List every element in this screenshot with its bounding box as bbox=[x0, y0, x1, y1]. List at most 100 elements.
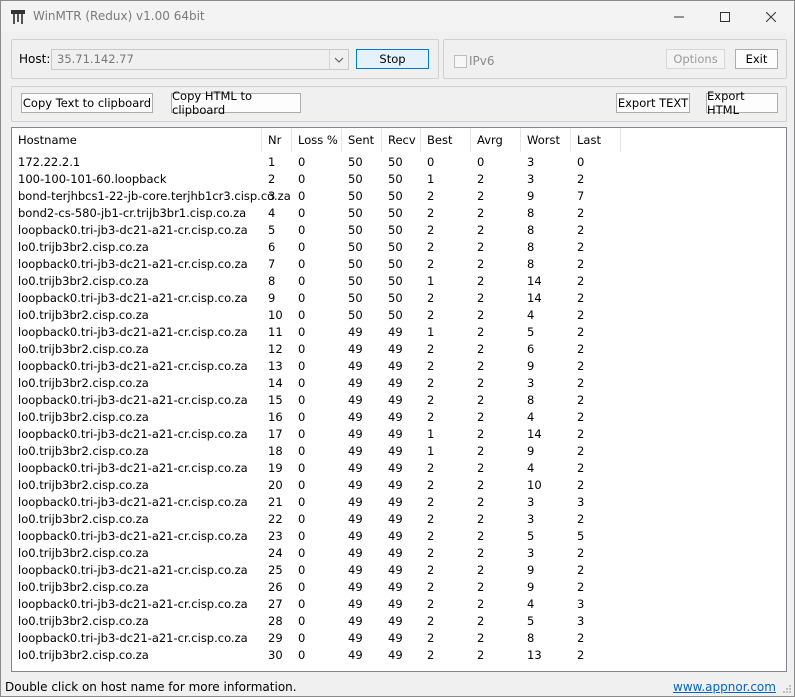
column-header-best[interactable]: Best bbox=[421, 128, 471, 152]
cell-hostname[interactable]: bond2-cs-580-jb1-cr.trijb3br1.cisp.co.za bbox=[18, 206, 246, 220]
exit-button[interactable]: Exit bbox=[735, 49, 778, 69]
cell-hostname[interactable]: lo0.trijb3br2.cisp.co.za bbox=[18, 444, 149, 458]
cell-hostname[interactable]: 100-100-101-60.loopback bbox=[18, 172, 166, 186]
table-row[interactable]: loopback0.tri-jb3-dc21-a21-cr.cisp.co.za… bbox=[12, 459, 786, 476]
cell-hostname[interactable]: lo0.trijb3br2.cisp.co.za bbox=[18, 342, 149, 356]
table-row[interactable]: 100-100-101-60.loopback 2 0 50 50 1 2 3 2 bbox=[12, 170, 786, 187]
table-row[interactable]: lo0.trijb3br2.cisp.co.za 26 0 49 49 2 2 9 2 bbox=[12, 578, 786, 595]
cell-hostname[interactable]: loopback0.tri-jb3-dc21-a21-cr.cisp.co.za bbox=[18, 495, 248, 509]
column-header-hostname[interactable]: Hostname bbox=[12, 128, 262, 152]
table-row[interactable]: lo0.trijb3br2.cisp.co.za 28 0 49 49 2 2 5 3 bbox=[12, 612, 786, 629]
column-header-avrg[interactable]: Avrg bbox=[471, 128, 521, 152]
cell-hostname[interactable]: lo0.trijb3br2.cisp.co.za bbox=[18, 274, 149, 288]
maximize-button[interactable] bbox=[702, 1, 748, 32]
cell-hostname[interactable]: lo0.trijb3br2.cisp.co.za bbox=[18, 376, 149, 390]
cell-hostname[interactable]: loopback0.tri-jb3-dc21-a21-cr.cisp.co.za bbox=[18, 529, 248, 543]
table-row[interactable]: 172.22.2.1 1 0 50 50 0 0 3 0 bbox=[12, 153, 786, 170]
cell-hostname[interactable]: loopback0.tri-jb3-dc21-a21-cr.cisp.co.za bbox=[18, 597, 248, 611]
host-dropdown-button[interactable] bbox=[329, 50, 348, 69]
host-combobox[interactable]: 35.71.142.77 bbox=[51, 49, 349, 70]
cell-recv: 49 bbox=[388, 563, 403, 577]
close-button[interactable] bbox=[748, 1, 794, 32]
cell-hostname[interactable]: loopback0.tri-jb3-dc21-a21-cr.cisp.co.za bbox=[18, 291, 248, 305]
cell-hostname[interactable]: lo0.trijb3br2.cisp.co.za bbox=[18, 648, 149, 662]
copy-html-button[interactable]: Copy HTML to clipboard bbox=[171, 89, 301, 117]
table-row[interactable]: lo0.trijb3br2.cisp.co.za 12 0 49 49 2 2 6 2 bbox=[12, 340, 786, 357]
copy-text-button[interactable]: Copy Text to clipboard bbox=[21, 93, 153, 113]
resize-grip-icon[interactable] bbox=[782, 684, 792, 694]
column-header-loss[interactable]: Loss % bbox=[292, 128, 342, 152]
cell-hostname[interactable]: lo0.trijb3br2.cisp.co.za bbox=[18, 546, 149, 560]
table-row[interactable]: lo0.trijb3br2.cisp.co.za 6 0 50 50 2 2 8 2 bbox=[12, 238, 786, 255]
cell-loss: 0 bbox=[298, 172, 306, 186]
cell-hostname[interactable]: lo0.trijb3br2.cisp.co.za bbox=[18, 478, 149, 492]
table-row[interactable]: loopback0.tri-jb3-dc21-a21-cr.cisp.co.za… bbox=[12, 629, 786, 646]
minimize-button[interactable] bbox=[656, 1, 702, 32]
cell-avrg: 2 bbox=[477, 410, 485, 424]
table-row[interactable]: loopback0.tri-jb3-dc21-a21-cr.cisp.co.za… bbox=[12, 527, 786, 544]
table-row[interactable]: loopback0.tri-jb3-dc21-a21-cr.cisp.co.za… bbox=[12, 221, 786, 238]
table-row[interactable]: loopback0.tri-jb3-dc21-a21-cr.cisp.co.za… bbox=[12, 255, 786, 272]
cell-hostname[interactable]: lo0.trijb3br2.cisp.co.za bbox=[18, 614, 149, 628]
cell-loss: 0 bbox=[298, 546, 306, 560]
hops-table[interactable]: Hostname Nr Loss % Sent Recv Best Avrg Worst Las… bbox=[11, 127, 787, 672]
column-header-nr[interactable]: Nr bbox=[262, 128, 292, 152]
export-html-button[interactable]: Export HTML bbox=[706, 89, 778, 117]
cell-hostname[interactable]: loopback0.tri-jb3-dc21-a21-cr.cisp.co.za bbox=[18, 393, 248, 407]
cell-hostname[interactable]: 172.22.2.1 bbox=[18, 155, 80, 169]
table-row[interactable]: loopback0.tri-jb3-dc21-a21-cr.cisp.co.za… bbox=[12, 289, 786, 306]
table-row[interactable]: lo0.trijb3br2.cisp.co.za 24 0 49 49 2 2 3 2 bbox=[12, 544, 786, 561]
table-row[interactable]: lo0.trijb3br2.cisp.co.za 8 0 50 50 1 2 14 2 bbox=[12, 272, 786, 289]
cell-last: 2 bbox=[577, 410, 585, 424]
cell-hostname[interactable]: lo0.trijb3br2.cisp.co.za bbox=[18, 512, 149, 526]
cell-hostname[interactable]: lo0.trijb3br2.cisp.co.za bbox=[18, 308, 149, 322]
table-row[interactable]: loopback0.tri-jb3-dc21-a21-cr.cisp.co.za… bbox=[12, 493, 786, 510]
cell-loss: 0 bbox=[298, 410, 306, 424]
cell-last: 2 bbox=[577, 240, 585, 254]
table-row[interactable]: loopback0.tri-jb3-dc21-a21-cr.cisp.co.za… bbox=[12, 357, 786, 374]
table-row[interactable]: loopback0.tri-jb3-dc21-a21-cr.cisp.co.za… bbox=[12, 425, 786, 442]
column-header-last[interactable]: Last bbox=[571, 128, 621, 152]
cell-hostname[interactable]: loopback0.tri-jb3-dc21-a21-cr.cisp.co.za bbox=[18, 563, 248, 577]
cell-hostname[interactable]: loopback0.tri-jb3-dc21-a21-cr.cisp.co.za bbox=[18, 325, 248, 339]
website-link[interactable]: www.appnor.com bbox=[673, 680, 776, 694]
close-icon bbox=[766, 11, 776, 22]
cell-hostname[interactable]: loopback0.tri-jb3-dc21-a21-cr.cisp.co.za bbox=[18, 223, 248, 237]
options-button[interactable]: Options bbox=[666, 49, 725, 69]
table-row[interactable]: bond2-cs-580-jb1-cr.trijb3br1.cisp.co.za… bbox=[12, 204, 786, 221]
cell-best: 2 bbox=[427, 342, 435, 356]
cell-hostname[interactable]: loopback0.tri-jb3-dc21-a21-cr.cisp.co.za bbox=[18, 427, 248, 441]
cell-last: 5 bbox=[577, 529, 585, 543]
table-row[interactable]: lo0.trijb3br2.cisp.co.za 10 0 50 50 2 2 4 2 bbox=[12, 306, 786, 323]
cell-best: 2 bbox=[427, 257, 435, 271]
cell-hostname[interactable]: loopback0.tri-jb3-dc21-a21-cr.cisp.co.za bbox=[18, 257, 248, 271]
column-header-recv[interactable]: Recv bbox=[382, 128, 421, 152]
cell-hostname[interactable]: lo0.trijb3br2.cisp.co.za bbox=[18, 580, 149, 594]
cell-hostname[interactable]: loopback0.tri-jb3-dc21-a21-cr.cisp.co.za bbox=[18, 461, 248, 475]
column-header-worst[interactable]: Worst bbox=[521, 128, 571, 152]
cell-nr: 16 bbox=[268, 410, 283, 424]
stop-button[interactable]: Stop bbox=[356, 49, 429, 69]
cell-hostname[interactable]: bond-terjhbcs1-22-jb-core.terjhb1cr3.cis… bbox=[18, 189, 291, 203]
cell-hostname[interactable]: loopback0.tri-jb3-dc21-a21-cr.cisp.co.za bbox=[18, 359, 248, 373]
host-input[interactable]: 35.71.142.77 bbox=[57, 52, 134, 66]
cell-hostname[interactable]: loopback0.tri-jb3-dc21-a21-cr.cisp.co.za bbox=[18, 631, 248, 645]
table-row[interactable]: loopback0.tri-jb3-dc21-a21-cr.cisp.co.za… bbox=[12, 595, 786, 612]
export-text-button[interactable]: Export TEXT bbox=[616, 93, 690, 113]
table-row[interactable]: loopback0.tri-jb3-dc21-a21-cr.cisp.co.za… bbox=[12, 391, 786, 408]
table-row[interactable]: loopback0.tri-jb3-dc21-a21-cr.cisp.co.za… bbox=[12, 323, 786, 340]
table-row[interactable]: loopback0.tri-jb3-dc21-a21-cr.cisp.co.za… bbox=[12, 561, 786, 578]
column-header-sent[interactable]: Sent bbox=[342, 128, 382, 152]
ipv6-checkbox[interactable] bbox=[454, 55, 467, 68]
table-row[interactable]: lo0.trijb3br2.cisp.co.za 30 0 49 49 2 2 13 2 bbox=[12, 646, 786, 663]
cell-hostname[interactable]: lo0.trijb3br2.cisp.co.za bbox=[18, 410, 149, 424]
table-row[interactable]: bond-terjhbcs1-22-jb-core.terjhb1cr3.cis… bbox=[12, 187, 786, 204]
cell-nr: 24 bbox=[268, 546, 283, 560]
cell-hostname[interactable]: lo0.trijb3br2.cisp.co.za bbox=[18, 240, 149, 254]
table-row[interactable]: lo0.trijb3br2.cisp.co.za 22 0 49 49 2 2 3 2 bbox=[12, 510, 786, 527]
cell-worst: 14 bbox=[527, 274, 542, 288]
table-row[interactable]: lo0.trijb3br2.cisp.co.za 18 0 49 49 1 2 9 2 bbox=[12, 442, 786, 459]
table-row[interactable]: lo0.trijb3br2.cisp.co.za 14 0 49 49 2 2 3 2 bbox=[12, 374, 786, 391]
table-row[interactable]: lo0.trijb3br2.cisp.co.za 20 0 49 49 2 2 10 2 bbox=[12, 476, 786, 493]
table-row[interactable]: lo0.trijb3br2.cisp.co.za 16 0 49 49 2 2 4 2 bbox=[12, 408, 786, 425]
